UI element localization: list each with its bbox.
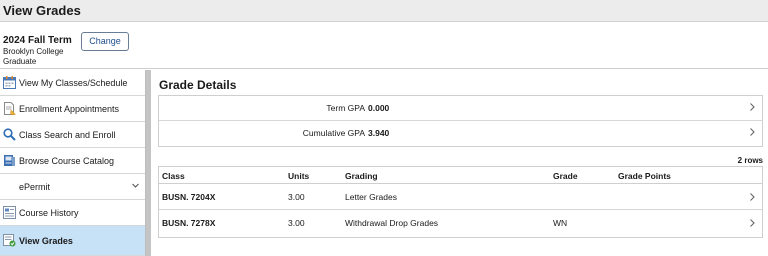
cumulative-gpa-row[interactable]: Cumulative GPA 3.940	[159, 121, 762, 146]
chevron-right-icon	[748, 127, 756, 140]
grade-details-panel: Grade Details Term GPA 0.000 Cumulative …	[152, 70, 768, 256]
class-cell: BUSN. 7278X	[162, 218, 216, 228]
column-header-grading: Grading	[345, 171, 378, 181]
column-header-grade-points: Grade Points	[618, 171, 671, 181]
sidebar-item-label: View Grades	[19, 235, 73, 246]
grading-cell: Letter Grades	[345, 192, 397, 202]
chevron-down-icon	[131, 181, 140, 192]
column-header-grade: Grade	[553, 171, 578, 181]
term-gpa-row[interactable]: Term GPA 0.000	[159, 96, 762, 121]
units-cell: 3.00	[288, 192, 305, 202]
class-cell: BUSN. 7204X	[162, 192, 216, 202]
grade-cell: WN	[553, 218, 568, 228]
sidebar-item-course-history[interactable]: Course History	[0, 200, 145, 226]
units-cell: 3.00	[288, 218, 305, 228]
row-count: 2 rows	[737, 156, 763, 165]
term-name: 2024 Fall Term	[3, 35, 72, 46]
sidebar-item-label: View My Classes/Schedule	[19, 77, 128, 88]
chevron-right-icon	[748, 102, 756, 115]
sidebar-item-enrollment-appointments[interactable]: Enrollment Appointments	[0, 96, 145, 122]
grades-icon	[3, 234, 16, 247]
term-college: Brooklyn College	[3, 47, 64, 56]
scrollbar-thumb[interactable]	[146, 70, 151, 256]
grading-cell: Withdrawal Drop Grades	[345, 218, 439, 228]
change-term-button[interactable]: Change	[81, 32, 129, 51]
sidebar-item-browse-catalog[interactable]: Browse Course Catalog	[0, 148, 145, 174]
gpa-label: Cumulative GPA	[302, 128, 365, 138]
catalog-icon	[3, 154, 16, 167]
calendar-icon	[3, 76, 16, 89]
sidebar-item-view-my-classes[interactable]: View My Classes/Schedule	[0, 70, 145, 96]
chevron-right-icon	[748, 192, 756, 205]
gpa-summary: Term GPA 0.000 Cumulative GPA 3.940	[158, 95, 763, 147]
sidebar-item-view-grades[interactable]: View Grades	[0, 226, 145, 256]
section-title: Grade Details	[159, 78, 237, 92]
sidebar-item-epermit[interactable]: ePermit	[0, 174, 145, 200]
page-header: View Grades	[0, 0, 768, 22]
page-title: View Grades	[3, 3, 81, 18]
gpa-label: Term GPA	[326, 103, 365, 113]
history-icon	[3, 206, 16, 219]
enrollment-document-icon	[3, 102, 17, 115]
sidebar-item-label: Browse Course Catalog	[19, 155, 115, 166]
column-header-units: Units	[288, 171, 310, 181]
term-info: 2024 Fall Term Brooklyn College Graduate…	[0, 22, 768, 69]
sidebar-item-class-search[interactable]: Class Search and Enroll	[0, 122, 145, 148]
table-header: Class Units Grading Grade Grade Points	[159, 167, 762, 184]
term-career: Graduate	[3, 57, 37, 66]
search-icon	[3, 128, 16, 141]
table-row[interactable]: BUSN. 7278X 3.00 Withdrawal Drop Grades …	[159, 210, 762, 236]
sidebar-item-label: ePermit	[19, 181, 51, 192]
chevron-right-icon	[748, 218, 756, 231]
sidebar-nav: View My Classes/Schedule Enrollment Appo…	[0, 70, 145, 256]
sidebar-item-label: Course History	[19, 207, 79, 218]
gpa-value: 0.000	[368, 103, 390, 113]
gpa-value: 3.940	[368, 128, 390, 138]
sidebar-item-label: Enrollment Appointments	[19, 103, 120, 114]
grades-table: Class Units Grading Grade Grade Points B…	[158, 166, 763, 238]
sidebar-item-label: Class Search and Enroll	[19, 129, 116, 140]
sidebar-scrollbar[interactable]	[145, 70, 151, 256]
table-row[interactable]: BUSN. 7204X 3.00 Letter Grades	[159, 184, 762, 210]
column-header-class: Class	[162, 171, 185, 181]
